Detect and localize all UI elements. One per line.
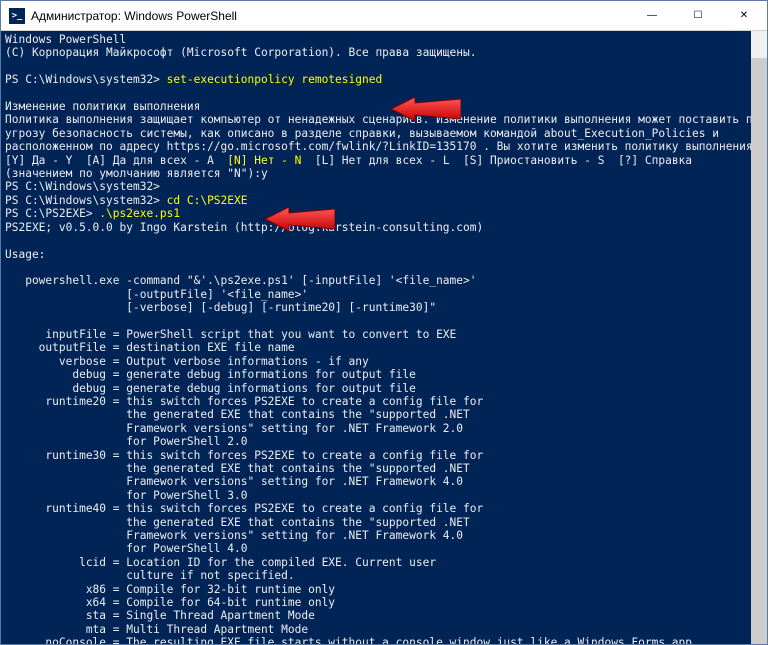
- console-line: the generated EXE that contains the "sup…: [5, 516, 470, 529]
- console-line: Framework versions" setting for .NET Fra…: [5, 475, 463, 488]
- window-controls: — ☐ ✕: [629, 1, 767, 30]
- default-choice: [N] Нет - N: [227, 154, 301, 167]
- console-line: outputFile = destination EXE file name: [5, 341, 295, 354]
- console-line: debug = generate debug informations for …: [5, 368, 416, 381]
- console-line: runtime30 = this switch forces PS2EXE to…: [5, 449, 483, 462]
- prompt: PS C:\Windows\system32>: [5, 73, 167, 86]
- console-line: mta = Multi Thread Apartment Mode: [5, 623, 308, 636]
- scrollbar-thumb[interactable]: [751, 58, 767, 644]
- command: cd C:\PS2EXE: [167, 194, 248, 207]
- maximize-button[interactable]: ☐: [675, 1, 721, 30]
- console-area[interactable]: Windows PowerShell (C) Корпорация Майкро…: [1, 31, 767, 644]
- window: >_ Администратор: Windows PowerShell — ☐…: [0, 0, 768, 645]
- console-line: Framework versions" setting for .NET Fra…: [5, 529, 463, 542]
- titlebar[interactable]: >_ Администратор: Windows PowerShell — ☐…: [1, 1, 767, 31]
- command: .\ps2exe.ps1: [99, 207, 180, 220]
- console-line: угрозу безопасность системы, как описано…: [5, 127, 719, 140]
- console-line: (C) Корпорация Майкрософт (Microsoft Cor…: [5, 46, 476, 59]
- prompt: PS C:\Windows\system32>: [5, 194, 167, 207]
- console-line: [-outputFile] '<file_name>': [5, 288, 308, 301]
- minimize-button[interactable]: —: [629, 1, 675, 30]
- console-line: noConsole = The resulting EXE file start…: [5, 636, 699, 644]
- console-line: runtime40 = this switch forces PS2EXE to…: [5, 502, 483, 515]
- console-line: Windows PowerShell: [5, 33, 126, 46]
- close-button[interactable]: ✕: [721, 1, 767, 30]
- console-line: the generated EXE that contains the "sup…: [5, 462, 470, 475]
- console-line: for PowerShell 4.0: [5, 542, 247, 555]
- prompt: PS C:\Windows\system32>: [5, 180, 167, 193]
- console-line: x64 = Compile for 64-bit runtime only: [5, 596, 335, 609]
- console-line: verbose = Output verbose informations - …: [5, 355, 369, 368]
- scrollbar[interactable]: [751, 31, 767, 644]
- console-line: lcid = Location ID for the compiled EXE.…: [5, 556, 436, 569]
- console-line: [L] Нет для всех - L [S] Приостановить -…: [301, 154, 692, 167]
- console-line: Политика выполнения защищает компьютер о…: [5, 113, 766, 126]
- powershell-icon: >_: [9, 8, 25, 24]
- console-line: (значением по умолчанию является "N"):y: [5, 167, 268, 180]
- console-line: debug = generate debug informations for …: [5, 382, 416, 395]
- console-line: расположенном по адресу https://go.micro…: [5, 140, 759, 153]
- console-line: Изменение политики выполнения: [5, 100, 200, 113]
- console-line: [Y] Да - Y [A] Да для всех - A: [5, 154, 227, 167]
- console-line: for PowerShell 2.0: [5, 435, 247, 448]
- console-line: x86 = Compile for 32-bit runtime only: [5, 583, 335, 596]
- console-line: runtime20 = this switch forces PS2EXE to…: [5, 395, 483, 408]
- command: set-executionpolicy remotesigned: [167, 73, 383, 86]
- console-line: culture if not specified.: [5, 569, 295, 582]
- console-line: the generated EXE that contains the "sup…: [5, 408, 470, 421]
- console-line: sta = Single Thread Apartment Mode: [5, 609, 315, 622]
- prompt: PS C:\PS2EXE>: [5, 207, 99, 220]
- console-line: [-verbose] [-debug] [-runtime20] [-runti…: [5, 301, 436, 314]
- console-line: inputFile = PowerShell script that you w…: [5, 328, 456, 341]
- console-line: for PowerShell 3.0: [5, 489, 247, 502]
- console-line: Usage:: [5, 248, 45, 261]
- window-title: Администратор: Windows PowerShell: [31, 9, 629, 23]
- console-line: PS2EXE; v0.5.0.0 by Ingo Karstein (http:…: [5, 221, 483, 234]
- console-line: Framework versions" setting for .NET Fra…: [5, 422, 463, 435]
- console-line: powershell.exe -command "&'.\ps2exe.ps1'…: [5, 274, 476, 287]
